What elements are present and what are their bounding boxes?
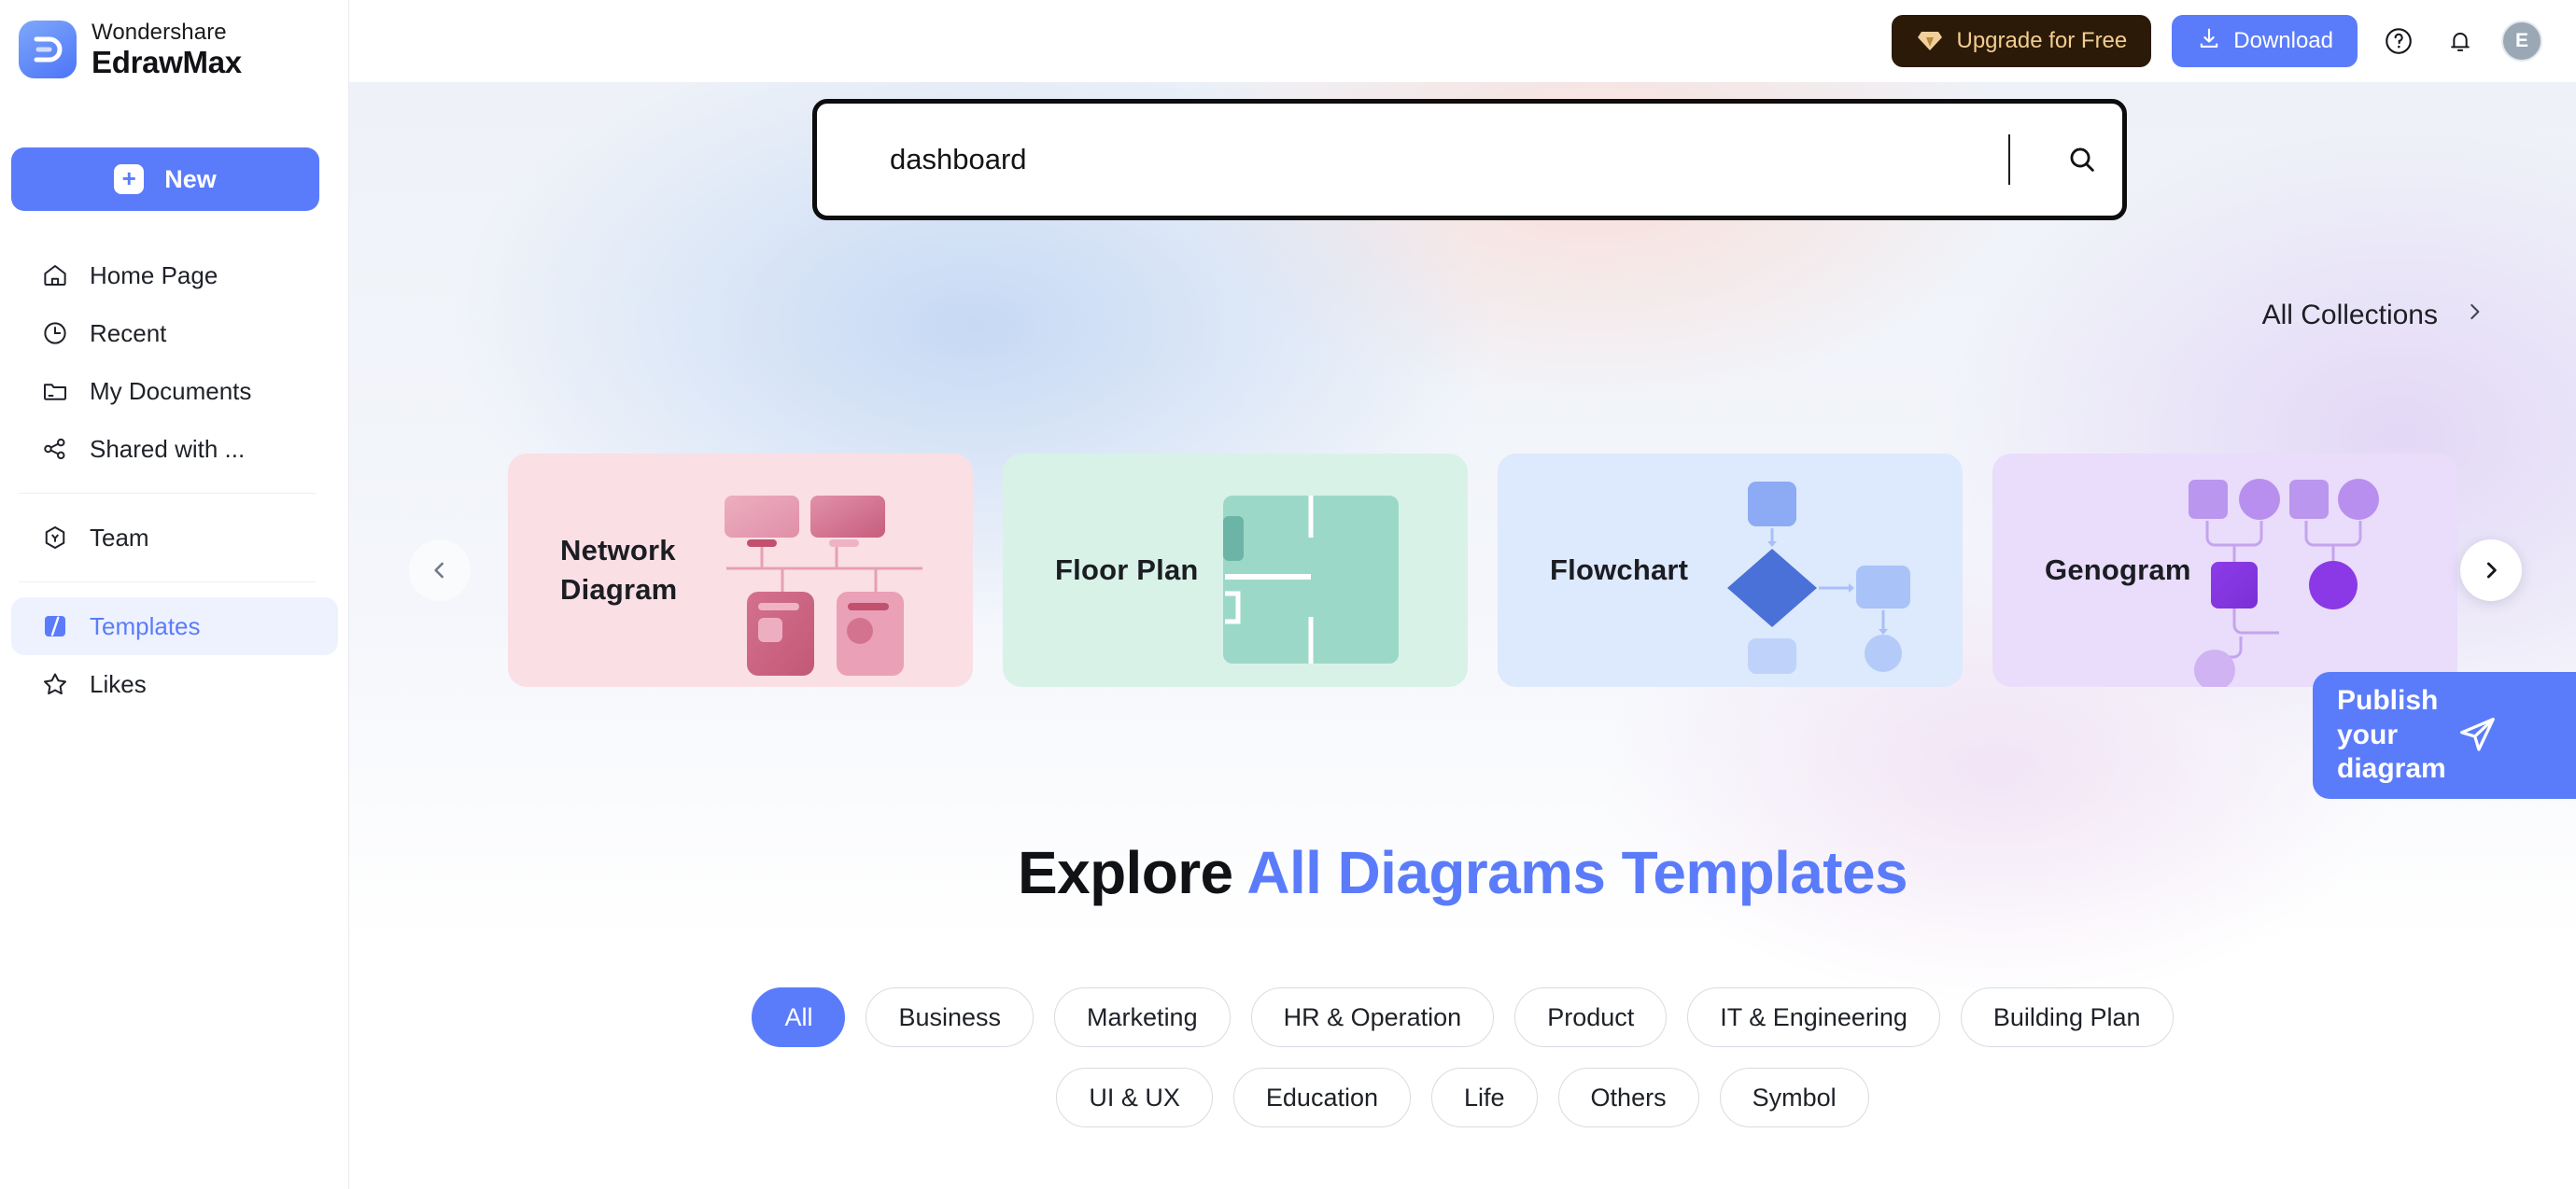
avatar-initial: E	[2514, 30, 2528, 51]
publish-line-2: your	[2337, 719, 2399, 750]
plus-icon: +	[114, 164, 145, 194]
sidebar-item-recent[interactable]: Recent	[11, 304, 338, 362]
explore-prefix: Explore	[1017, 839, 1233, 906]
sidebar-item-label: Team	[90, 523, 149, 552]
sidebar-item-home-page[interactable]: Home Page	[11, 246, 338, 304]
chip-education[interactable]: Education	[1232, 1068, 1411, 1127]
template-carousel: Network Diagram Floor Plan Flowchart Gen…	[349, 454, 2576, 687]
notification-bell-icon[interactable]	[2440, 21, 2481, 62]
brand-logo-block[interactable]: Wondershare EdrawMax	[0, 0, 348, 78]
carousel-card-floor-plan[interactable]: Floor Plan	[1003, 454, 1468, 687]
sidebar-item-team[interactable]: Team	[11, 509, 338, 567]
publish-line-3: diagram	[2337, 753, 2446, 785]
card-label: Genogram	[2045, 553, 2191, 587]
explore-accent: All Diagrams Templates	[1246, 839, 1908, 906]
templates-icon	[41, 612, 69, 640]
chip-life[interactable]: Life	[1431, 1068, 1538, 1127]
publish-label: Publish your diagram	[2337, 684, 2446, 787]
download-button[interactable]: Download	[2172, 15, 2358, 67]
paper-plane-icon	[2456, 712, 2499, 760]
sidebar-divider-2	[19, 581, 316, 582]
chip-business[interactable]: Business	[866, 987, 1035, 1047]
publish-your-diagram-button[interactable]: Publish your diagram	[2313, 672, 2576, 799]
chip-ui-ux[interactable]: UI & UX	[1056, 1068, 1213, 1127]
chevron-right-icon	[2462, 300, 2486, 331]
brand-bottom-text: EdrawMax	[91, 45, 242, 79]
top-bar: Upgrade for Free Download E	[349, 0, 2576, 82]
sidebar-item-label: Recent	[90, 318, 167, 347]
category-filters: All Business Marketing HR & Operation Pr…	[349, 987, 2576, 1148]
app-root: Wondershare EdrawMax + New Home Page Rec…	[0, 0, 2576, 1189]
upgrade-for-free-button[interactable]: Upgrade for Free	[1891, 15, 2152, 67]
chip-others[interactable]: Others	[1557, 1068, 1699, 1127]
search-bar[interactable]	[812, 99, 2127, 220]
sidebar-item-label: Shared with ...	[90, 434, 246, 463]
download-label: Download	[2233, 28, 2333, 53]
carousel-next-button[interactable]	[2460, 539, 2522, 601]
floor-plan-art	[1223, 496, 1399, 664]
page-title: Explore All Diagrams Templates	[349, 838, 2576, 907]
carousel-card-network-diagram[interactable]: Network Diagram	[508, 454, 973, 687]
carousel-card-flowchart[interactable]: Flowchart	[1498, 454, 1963, 687]
sidebar-item-label: My Documents	[90, 376, 252, 405]
sidebar-divider-1	[19, 493, 316, 494]
sidebar-item-my-documents[interactable]: My Documents	[11, 362, 338, 420]
star-icon	[41, 670, 69, 698]
all-collections-link[interactable]: All Collections	[2262, 300, 2486, 331]
sidebar-item-label: Likes	[90, 669, 147, 698]
card-label: Flowchart	[1550, 553, 1689, 587]
sidebar-item-label: Home Page	[90, 260, 218, 289]
chip-all[interactable]: All	[752, 987, 846, 1047]
category-filter-row-2: UI & UX Education Life Others Symbol	[349, 1068, 2576, 1127]
category-filter-row-1: All Business Marketing HR & Operation Pr…	[349, 987, 2576, 1047]
card-label: Floor Plan	[1055, 553, 1199, 587]
chip-hr-operation[interactable]: HR & Operation	[1250, 987, 1495, 1047]
flowchart-art	[1727, 482, 1910, 674]
edraw-logo-icon	[19, 21, 77, 78]
help-circle-icon[interactable]	[2378, 21, 2419, 62]
main-content: Upgrade for Free Download E dashboard Al…	[349, 0, 2576, 1189]
chip-symbol[interactable]: Symbol	[1719, 1068, 1869, 1127]
chip-marketing[interactable]: Marketing	[1054, 987, 1231, 1047]
carousel-card-genogram[interactable]: Genogram	[1992, 454, 2457, 687]
hero-background: All Collections Network Diagram	[349, 82, 2576, 1189]
clock-icon	[41, 319, 69, 347]
chip-product[interactable]: Product	[1514, 987, 1668, 1047]
genogram-art	[2189, 479, 2379, 687]
gem-icon	[1916, 29, 1944, 53]
sidebar-item-shared-with[interactable]: Shared with ...	[11, 420, 338, 478]
sidebar-nav: Home Page Recent My Documents Shared wit…	[11, 246, 338, 713]
carousel-card-list: Network Diagram Floor Plan Flowchart Gen…	[508, 454, 2457, 687]
sidebar-item-likes[interactable]: Likes	[11, 655, 338, 713]
search-icon[interactable]	[2042, 144, 2122, 175]
carousel-prev-button[interactable]	[409, 539, 471, 601]
upgrade-label: Upgrade for Free	[1956, 28, 2128, 53]
sidebar-item-templates[interactable]: Templates	[11, 597, 338, 655]
share-icon	[41, 435, 69, 463]
brand-top-text: Wondershare	[91, 20, 227, 45]
new-button-label: New	[164, 164, 217, 193]
all-collections-label: All Collections	[2261, 300, 2438, 330]
folder-icon	[41, 377, 69, 405]
hexagon-team-icon	[41, 524, 69, 552]
avatar[interactable]: E	[2501, 21, 2542, 62]
download-icon	[2196, 25, 2222, 58]
card-label: Network Diagram	[560, 534, 678, 606]
chip-building-plan[interactable]: Building Plan	[1960, 987, 2174, 1047]
sidebar: Wondershare EdrawMax + New Home Page Rec…	[0, 0, 349, 1189]
search-divider	[2008, 134, 2010, 185]
search-input[interactable]	[890, 143, 2008, 176]
sidebar-item-label: Templates	[90, 611, 201, 640]
chip-it-engineering[interactable]: IT & Engineering	[1687, 987, 1940, 1047]
home-icon	[41, 261, 69, 289]
publish-line-1: Publish	[2337, 685, 2439, 717]
new-button[interactable]: + New	[11, 147, 319, 211]
